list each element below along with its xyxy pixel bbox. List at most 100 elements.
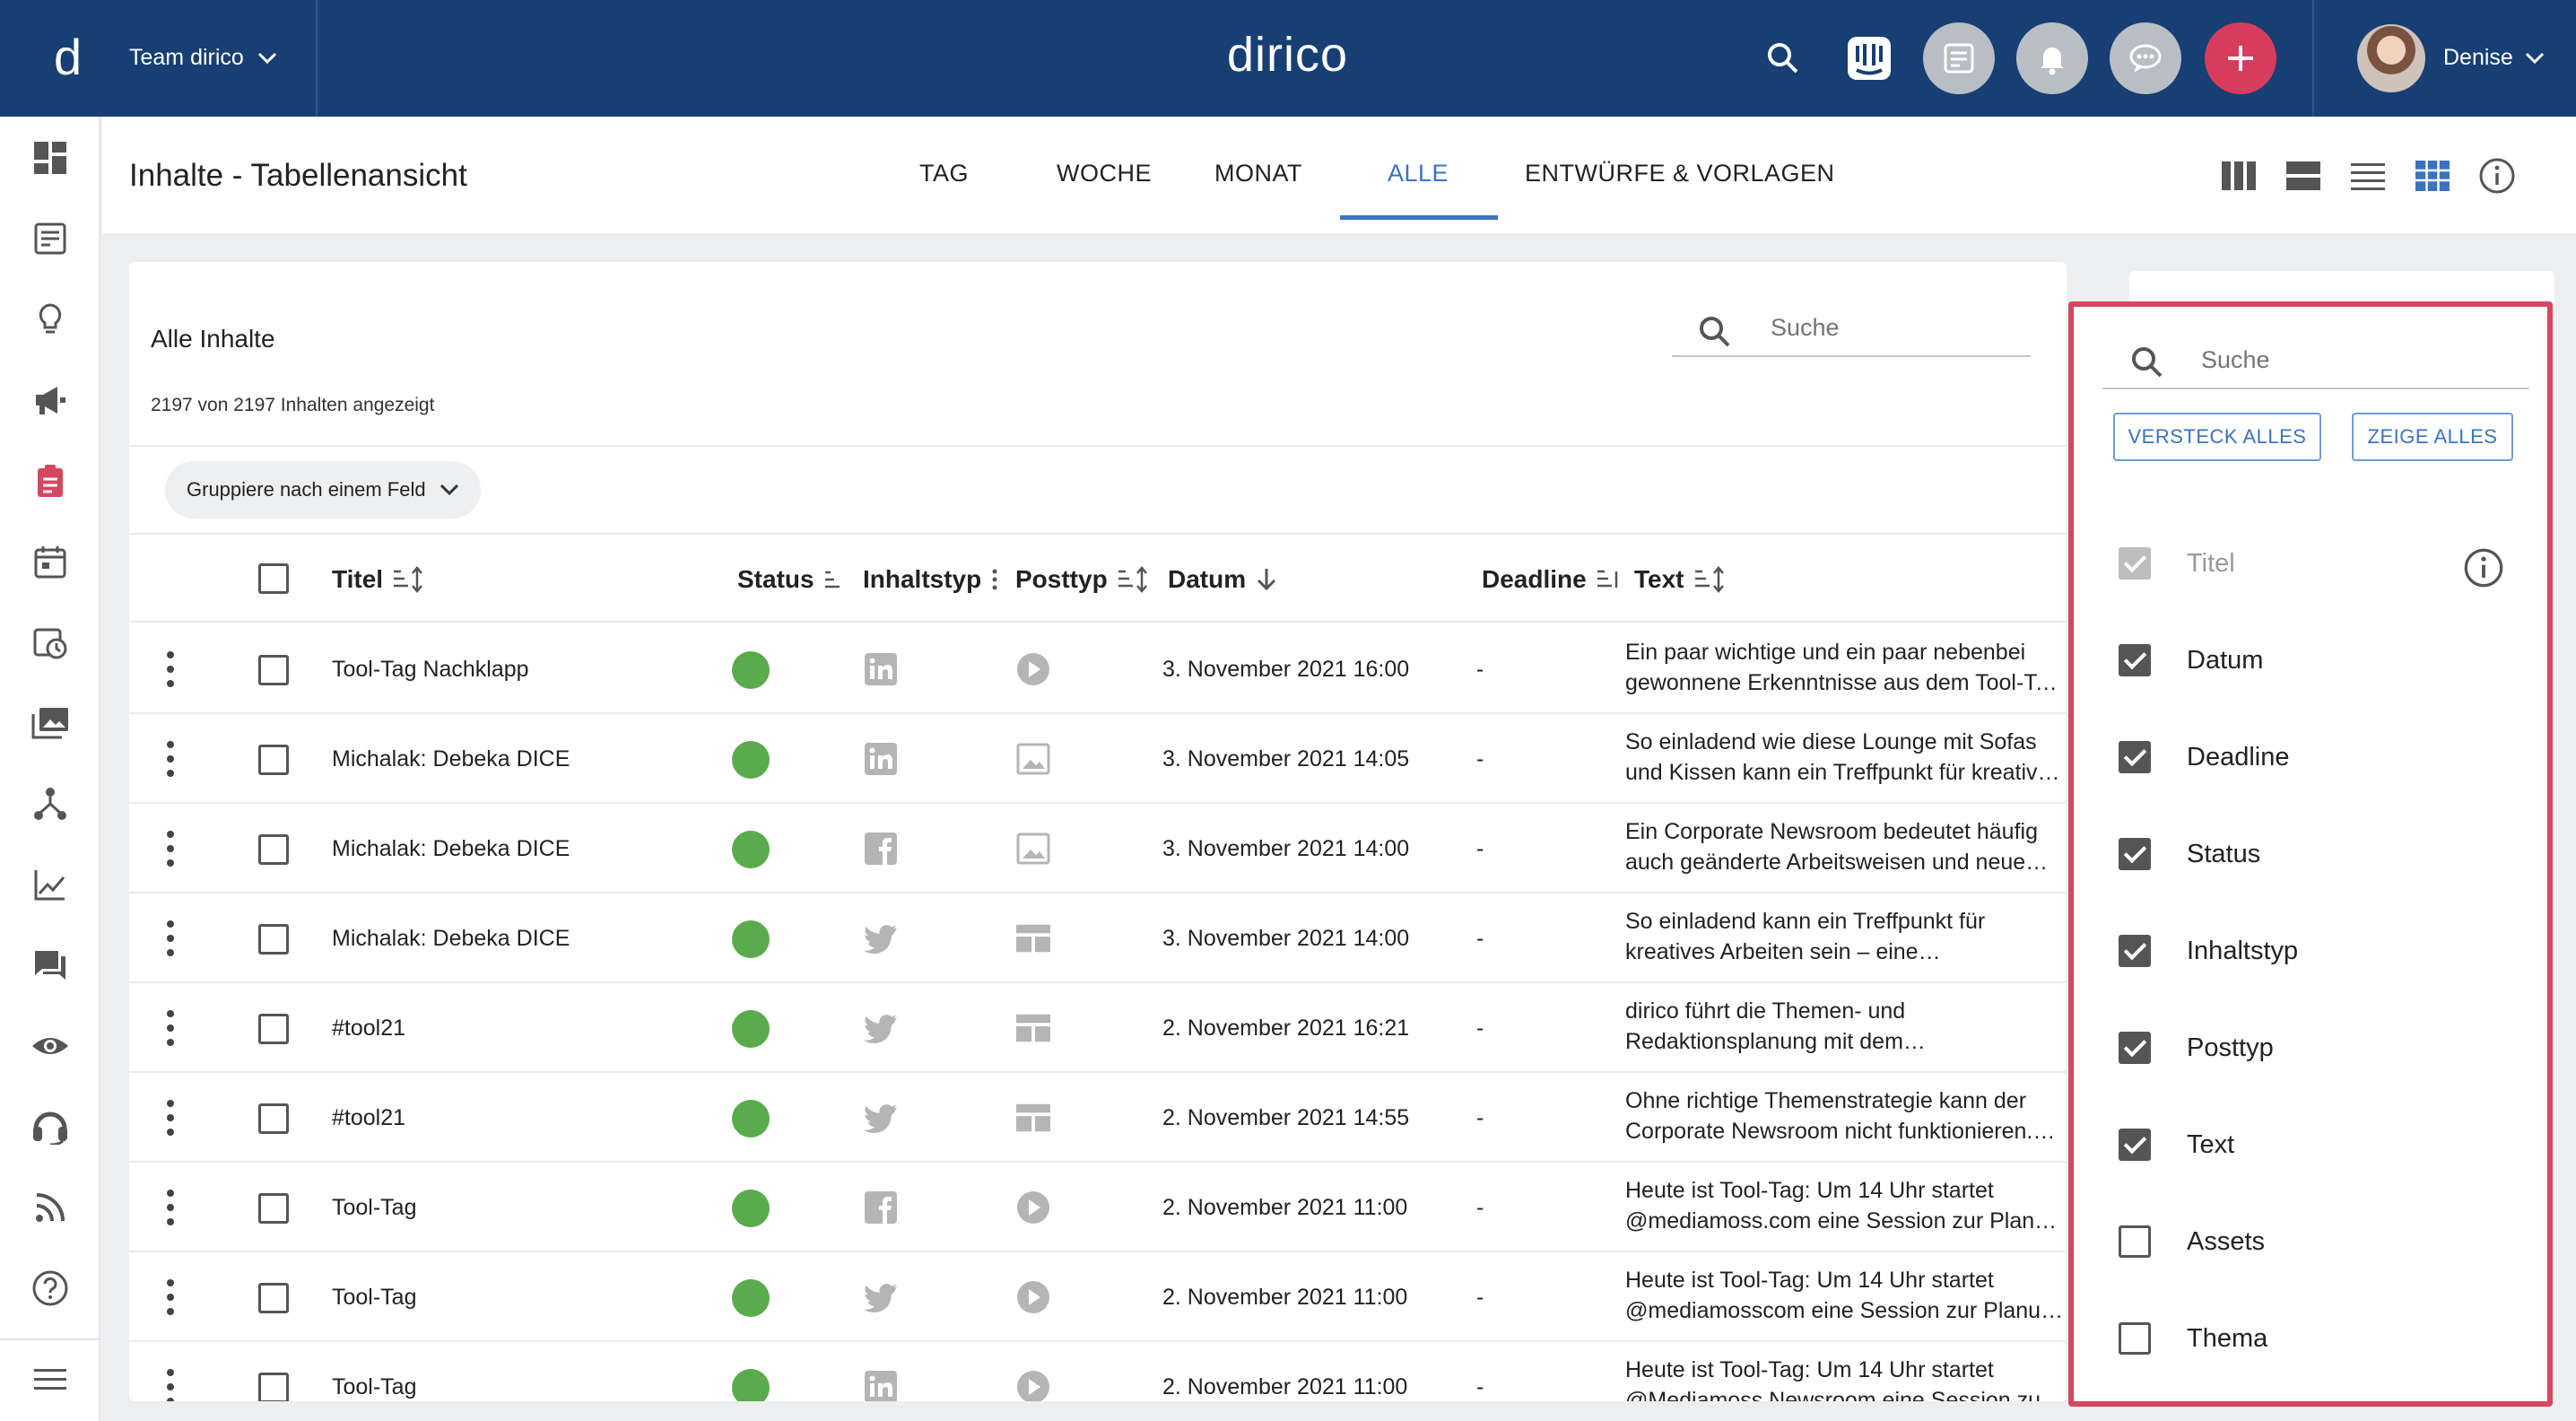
cell-titel[interactable]: Tool-Tag Nachklapp [332,657,529,683]
row-checkbox[interactable] [258,1103,289,1134]
column-header-deadline[interactable]: Deadline [1482,565,1619,594]
column-header-posttyp[interactable]: Posttyp [1015,565,1149,594]
search-icon[interactable] [1747,22,1819,94]
menu-icon[interactable] [29,1358,72,1401]
cell-titel[interactable]: #tool21 [332,1016,405,1042]
column-header-text[interactable]: Text [1634,565,1726,594]
row-checkbox[interactable] [258,1193,289,1224]
cell-titel[interactable]: Tool-Tag [332,1374,417,1400]
tab-entwuerfe-vorlagen[interactable]: ENTWÜRFE & VORLAGEN [1525,160,1835,187]
column-option-datum[interactable]: Datum [2119,641,2263,680]
tab-woche[interactable]: WOCHE [1057,160,1152,187]
cell-titel[interactable]: Michalak: Debeka DICE [332,926,570,952]
select-all-checkbox[interactable] [258,563,289,594]
column-header-inhaltstyp[interactable]: Inhaltstyp [863,565,999,594]
schedule-icon[interactable] [29,621,72,664]
columns-view-icon[interactable] [2217,154,2260,197]
row-checkbox[interactable] [258,924,289,955]
idea-icon[interactable] [29,298,72,341]
column-option-posttyp[interactable]: Posttyp [2119,1028,2274,1068]
column-option-assets[interactable]: Assets [2119,1222,2265,1261]
column-option-inhaltstyp[interactable]: Inhaltstyp [2119,931,2298,971]
table-row[interactable]: Michalak: Debeka DICE 3. November 2021 14… [129,894,2067,983]
row-menu-icon[interactable] [165,651,176,687]
app-logo[interactable]: d [54,31,82,84]
info-icon[interactable] [2463,547,2504,588]
table-row[interactable]: Tool-Tag 2. November 2021 11:00 - Heute ist… [129,1342,2067,1401]
row-checkbox[interactable] [258,745,289,775]
row-menu-icon[interactable] [165,741,176,777]
team-switcher[interactable]: Team dirico [129,45,278,71]
column-checkbox[interactable] [2119,644,2151,676]
intercom-icon[interactable] [1833,22,1905,94]
row-menu-icon[interactable] [165,1100,176,1136]
cell-titel[interactable]: Tool-Tag [332,1285,417,1311]
row-menu-icon[interactable] [165,1279,176,1315]
row-menu-icon[interactable] [165,1010,176,1046]
tab-tag[interactable]: TAG [919,160,969,187]
table-row[interactable]: #tool21 2. November 2021 16:21 - dirico füh… [129,983,2067,1073]
row-menu-icon[interactable] [165,1369,176,1401]
show-all-button[interactable]: ZEIGE ALLES [2352,413,2513,461]
column-checkbox[interactable] [2119,741,2151,773]
table-row[interactable]: Tool-Tag Nachklapp 3. November 2021 16:00… [129,624,2067,714]
cell-titel[interactable]: Tool-Tag [332,1195,417,1221]
column-header-datum[interactable]: Datum [1168,565,1278,594]
table-row[interactable]: Michalak: Debeka DICE 3. November 2021 14… [129,714,2067,804]
column-checkbox[interactable] [2119,1322,2151,1355]
assignment-icon[interactable] [29,459,72,502]
row-menu-icon[interactable] [165,831,176,867]
column-option-deadline[interactable]: Deadline [2119,737,2289,777]
row-checkbox[interactable] [258,1014,289,1044]
table-row[interactable]: Tool-Tag 2. November 2021 11:00 - Heute ist… [129,1163,2067,1252]
row-checkbox[interactable] [258,1373,289,1401]
eye-icon[interactable] [29,1024,72,1068]
tasks-icon[interactable] [1923,22,1995,94]
column-option-text[interactable]: Text [2119,1125,2234,1164]
user-menu[interactable]: Denise [2443,45,2546,71]
group-by-dropdown[interactable]: Gruppiere nach einem Feld [165,461,481,519]
table-row[interactable]: #tool21 2. November 2021 14:55 - Ohne richt… [129,1073,2067,1163]
headset-icon[interactable] [29,1105,72,1148]
comments-icon[interactable] [29,944,72,987]
rows-view-icon[interactable] [2282,154,2325,197]
tab-monat[interactable]: MONAT [1214,160,1302,187]
analytics-icon[interactable] [29,863,72,906]
list-view-icon[interactable] [2346,154,2389,197]
calendar-icon[interactable] [29,540,72,583]
workflow-icon[interactable] [29,782,72,825]
bell-icon[interactable] [2016,22,2088,94]
dashboard-icon[interactable] [29,136,72,179]
chat-icon[interactable] [2110,22,2181,94]
column-checkbox[interactable] [2119,1129,2151,1161]
table-view-icon[interactable] [2411,154,2454,197]
column-checkbox[interactable] [2119,1032,2151,1064]
cell-titel[interactable]: #tool21 [332,1105,405,1131]
avatar[interactable] [2357,24,2425,92]
column-checkbox[interactable] [2119,1225,2151,1258]
help-icon[interactable] [29,1267,72,1310]
column-header-status[interactable]: Status [737,565,841,594]
rss-icon[interactable] [29,1186,72,1229]
cell-titel[interactable]: Michalak: Debeka DICE [332,836,570,862]
row-menu-icon[interactable] [165,1190,176,1225]
info-icon[interactable] [2476,154,2519,197]
content-list-icon[interactable] [29,217,72,260]
tab-alle[interactable]: ALLE [1388,160,1449,187]
column-header-titel[interactable]: Titel [332,565,424,594]
hide-all-button[interactable]: VERSTECK ALLES [2113,413,2321,461]
column-option-thema[interactable]: Thema [2119,1319,2267,1358]
media-library-icon[interactable] [29,702,72,745]
column-checkbox[interactable] [2119,838,2151,870]
column-search-input[interactable] [2201,346,2515,374]
search-input[interactable] [1771,314,2022,342]
row-menu-icon[interactable] [165,920,176,956]
row-checkbox[interactable] [258,1283,289,1313]
row-checkbox[interactable] [258,655,289,685]
add-icon[interactable] [2205,22,2276,94]
column-option-status[interactable]: Status [2119,834,2260,874]
table-row[interactable]: Michalak: Debeka DICE 3. November 2021 14… [129,804,2067,894]
campaign-icon[interactable] [29,379,72,422]
column-checkbox[interactable] [2119,935,2151,967]
cell-titel[interactable]: Michalak: Debeka DICE [332,746,570,772]
